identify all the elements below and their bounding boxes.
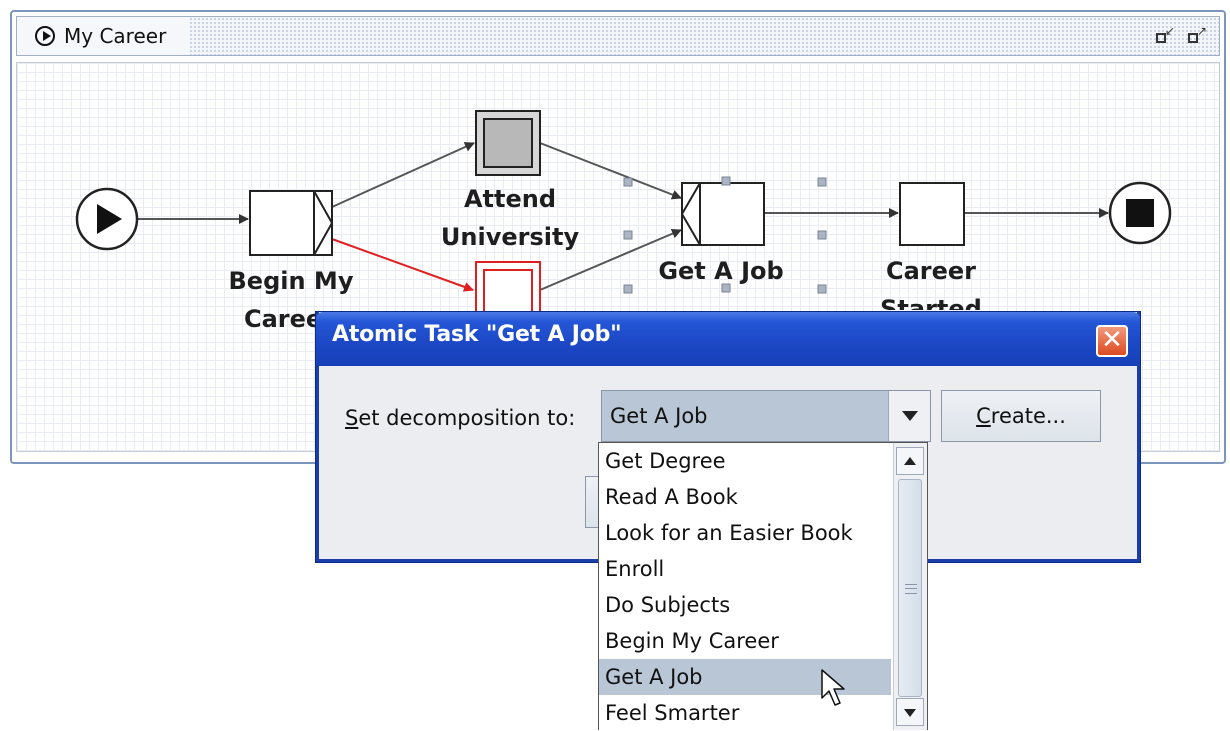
chevron-down-icon	[902, 411, 918, 421]
dropdown-item[interactable]: Enroll	[599, 551, 891, 587]
create-button[interactable]: Create...	[941, 390, 1101, 442]
close-icon[interactable]: ✕	[1096, 325, 1128, 357]
scroll-up-icon[interactable]	[896, 447, 924, 475]
dropdown-item[interactable]: Begin My Career	[599, 623, 891, 659]
dropdown-item[interactable]: Do Subjects	[599, 587, 891, 623]
dropdown-item[interactable]: Get Degree	[599, 443, 891, 479]
dropdown-scrollbar[interactable]	[893, 443, 927, 730]
task-selected-red[interactable]	[475, 261, 541, 319]
scroll-down-icon[interactable]	[896, 698, 924, 726]
label-career-started: Career Started	[880, 257, 982, 310]
dropdown-item[interactable]: Look for an Easier Book	[599, 515, 891, 551]
decomposition-dropdown[interactable]: Get Degree Read A Book Look for an Easie…	[598, 442, 928, 730]
decomposition-combo-value: Get A Job	[610, 404, 708, 428]
task-career-started[interactable]	[899, 182, 965, 246]
task-get-a-job[interactable]	[680, 182, 765, 246]
task-attend-university[interactable]	[475, 110, 541, 176]
decomposition-combo[interactable]: Get A Job	[601, 390, 931, 442]
decomposition-label: Set decomposition to:	[345, 406, 576, 430]
start-condition-icon[interactable]	[75, 187, 139, 251]
dialog-titlebar[interactable]: Atomic Task "Get A Job" ✕	[316, 312, 1140, 366]
dropdown-item[interactable]: Read A Book	[599, 479, 891, 515]
label-get-a-job: Get A Job	[658, 257, 784, 285]
mouse-cursor-icon	[821, 669, 845, 706]
grip-icon	[905, 584, 917, 594]
scroll-thumb[interactable]	[898, 479, 922, 697]
task-begin-my-career[interactable]	[249, 190, 334, 256]
combo-arrow-button[interactable]	[888, 391, 930, 441]
label-attend-university: Attend University	[440, 185, 580, 251]
end-condition-icon[interactable]	[1108, 181, 1172, 245]
dialog-title: Atomic Task "Get A Job"	[332, 322, 622, 347]
